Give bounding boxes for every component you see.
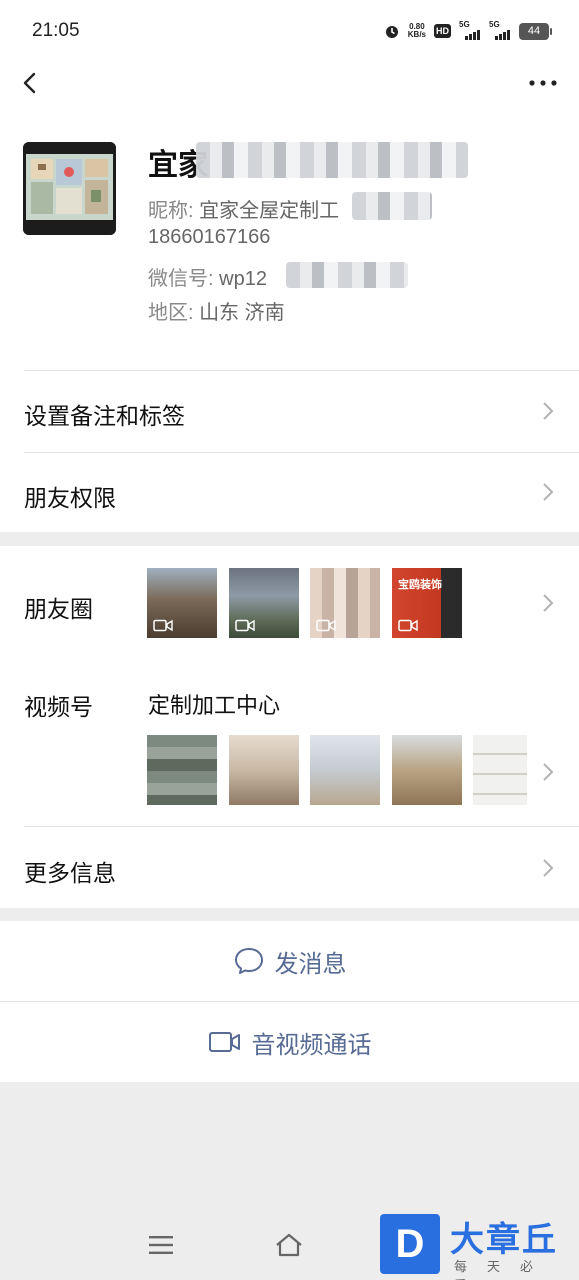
chevron-right-icon (543, 483, 554, 501)
signal-sim1-icon: 5G (459, 20, 481, 40)
more-info-row[interactable]: 更多信息 (0, 826, 579, 908)
watermark: D 大章丘 每天必看 (378, 1212, 579, 1280)
name-redaction (196, 142, 468, 178)
watermark-subtitle: 每天必看 (454, 1259, 554, 1280)
phone-number: 18660167166 (148, 226, 271, 248)
chevron-right-icon (543, 859, 554, 877)
battery-icon: 44 (519, 22, 552, 40)
status-time: 21:05 (32, 20, 80, 41)
watermark-title: 大章丘 (450, 1221, 558, 1259)
home-icon[interactable] (274, 1232, 304, 1258)
watermark-logo: D (380, 1214, 440, 1274)
profile-header: 宜家 昵称: 宜家全屋定制工 18660167166 微信号: wp12 地区:… (0, 62, 579, 370)
status-bar: 21:05 0.80 KB/s HD 5G 5G 44 (0, 0, 579, 62)
wechat-id-redaction (286, 262, 408, 288)
video-call-button[interactable]: 音视频通话 (0, 1002, 579, 1082)
alarm-icon (385, 26, 398, 38)
channels-thumb-3[interactable] (310, 735, 380, 805)
channels-thumb-4[interactable] (392, 735, 462, 805)
divider (24, 826, 579, 827)
floorplan-image (23, 142, 116, 235)
remark-row[interactable]: 设置备注和标签 (0, 370, 579, 452)
divider (24, 452, 579, 453)
nickname-redaction (352, 192, 432, 220)
channels-thumb-5[interactable] (473, 735, 527, 805)
video-camera-icon (316, 619, 336, 632)
permissions-row[interactable]: 朋友权限 (0, 452, 579, 532)
chat-bubble-icon (234, 948, 263, 974)
moments-thumb-2[interactable] (229, 568, 299, 638)
remark-label: 设置备注和标签 (24, 403, 185, 429)
video-call-label: 音视频通话 (251, 1031, 372, 1059)
moments-row[interactable]: 朋友圈 宝鸥装饰 (0, 546, 579, 660)
chevron-right-icon (543, 763, 554, 781)
chevron-left-icon[interactable] (16, 68, 46, 98)
network-speed: 0.80 KB/s (407, 22, 426, 39)
video-camera-icon (153, 619, 173, 632)
video-camera-icon (398, 619, 418, 632)
channels-thumb-1[interactable] (147, 735, 217, 805)
channels-row[interactable]: 视频号 定制加工中心 (0, 660, 579, 826)
moments-label: 朋友圈 (24, 596, 93, 622)
more-info-label: 更多信息 (24, 860, 116, 886)
channels-thumb-2[interactable] (229, 735, 299, 805)
wechat-id-line: 微信号: wp12 (148, 268, 267, 290)
more-dots-icon[interactable] (527, 72, 559, 94)
permissions-label: 朋友权限 (24, 485, 116, 511)
chevron-right-icon (543, 402, 554, 420)
region-line: 地区: 山东 济南 (148, 302, 285, 324)
moments-thumb-3[interactable] (310, 568, 380, 638)
channels-label: 视频号 (24, 694, 93, 720)
avatar[interactable] (23, 142, 116, 235)
menu-icon[interactable] (148, 1234, 174, 1256)
channels-name: 定制加工中心 (148, 693, 281, 718)
moments-thumb-4[interactable]: 宝鸥装饰 (392, 568, 462, 638)
send-message-button[interactable]: 发消息 (0, 921, 579, 1001)
status-icons: 0.80 KB/s HD 5G 5G 44 (384, 20, 552, 42)
nickname-line: 昵称: 宜家全屋定制工 (148, 200, 340, 222)
video-camera-icon (208, 1032, 240, 1052)
divider (24, 370, 579, 371)
send-message-label: 发消息 (274, 950, 347, 978)
chevron-right-icon (543, 594, 554, 612)
signal-sim2-icon: 5G (489, 20, 511, 40)
hd-badge: HD (434, 24, 451, 38)
video-camera-icon (235, 619, 255, 632)
moments-thumb-1[interactable] (147, 568, 217, 638)
